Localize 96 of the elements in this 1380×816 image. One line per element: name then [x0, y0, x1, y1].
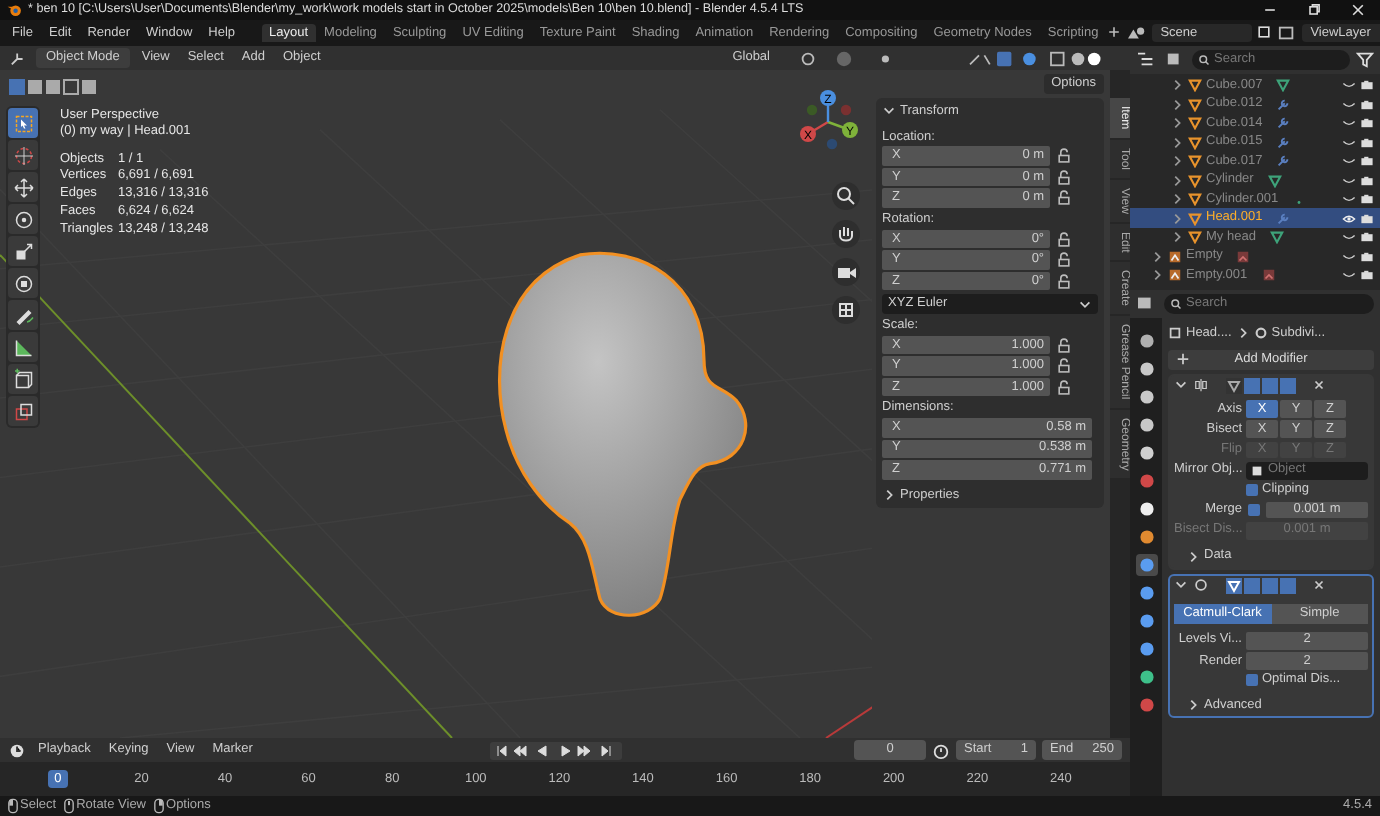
wrench-icon: [1276, 211, 1291, 226]
mouse-left-button-icon: [8, 798, 18, 814]
lock-icon[interactable]: [1056, 146, 1073, 166]
properties-tab-icon[interactable]: [1135, 329, 1157, 352]
lock-icon[interactable]: [1056, 250, 1073, 270]
merge-checkbox[interactable]: [1248, 503, 1260, 516]
hand-icon[interactable]: [832, 220, 860, 248]
grid-icon[interactable]: [832, 296, 860, 324]
triangle-icon: [1267, 173, 1282, 188]
camera-icon[interactable]: [1360, 268, 1374, 283]
properties-tab-icon[interactable]: [1135, 637, 1157, 660]
chevron-icon: [1235, 326, 1250, 341]
triangle-icon: [1269, 230, 1284, 245]
cube-extra-tool-button[interactable]: [8, 396, 38, 426]
properties-tab-icon[interactable]: [1135, 665, 1157, 688]
display-mode-icon[interactable]: [1136, 50, 1158, 69]
rotate-tool-button[interactable]: [8, 204, 38, 234]
close-icon[interactable]: [1350, 2, 1366, 18]
camera-icon[interactable]: [1360, 230, 1374, 245]
wrench-icon: [1276, 154, 1291, 169]
lock-icon[interactable]: [1056, 188, 1073, 208]
properties-tab-icon[interactable]: [1135, 441, 1157, 464]
view-layer-icon[interactable]: [1276, 23, 1299, 42]
select-mode-icons[interactable]: [8, 78, 100, 96]
add-icon: [1176, 351, 1190, 366]
camera-icon[interactable]: [1360, 135, 1374, 150]
camera-icon[interactable]: [1360, 211, 1374, 226]
mouse-middle-button-icon: [64, 798, 75, 814]
rotate-icon: [11, 207, 35, 231]
camera-icon[interactable]: [1360, 78, 1374, 93]
stopwatch-icon[interactable]: [932, 741, 950, 759]
properties-tab-icon[interactable]: [1135, 553, 1157, 576]
add-cube-tool-button[interactable]: [8, 364, 38, 394]
wrench-icon: [1276, 97, 1291, 112]
properties-tab-icon[interactable]: [1135, 413, 1157, 436]
caret-icon: [1078, 297, 1092, 312]
search-icon: [1170, 297, 1182, 310]
lock-icon[interactable]: [1056, 356, 1073, 376]
cursor-icon: [11, 143, 35, 167]
properties-tab-icon[interactable]: [1135, 357, 1157, 380]
image-icon: [1261, 268, 1276, 283]
image-icon: [1236, 249, 1251, 264]
properties-tab-icon[interactable]: [1135, 497, 1157, 520]
move-icon: [11, 175, 35, 199]
lock-icon[interactable]: [1056, 229, 1073, 249]
camera-icon[interactable]: [1360, 249, 1374, 264]
measure-tool-button[interactable]: [8, 332, 38, 362]
lock-icon[interactable]: [1056, 377, 1073, 397]
transform-tool-button[interactable]: [8, 268, 38, 298]
scale-icon: [11, 239, 35, 263]
select-icon: [11, 111, 35, 135]
select-tool-button[interactable]: [8, 108, 38, 138]
wrench-icon: [1276, 135, 1291, 150]
properties-tab-icon[interactable]: [1135, 525, 1157, 548]
camera-icon[interactable]: [832, 258, 860, 286]
zoom-icon[interactable]: [832, 182, 860, 210]
copy-icon[interactable]: [1256, 24, 1273, 41]
x-axis-line: [825, 701, 873, 738]
playback-controls-icon[interactable]: [490, 741, 623, 759]
add-icon[interactable]: [1106, 24, 1123, 41]
app-logo-icon: [6, 2, 22, 18]
lock-icon[interactable]: [1056, 335, 1073, 355]
camera-icon[interactable]: [1360, 173, 1374, 188]
camera-icon[interactable]: [1360, 97, 1374, 112]
transform-icon: [11, 271, 35, 295]
triangle-icon: [1276, 78, 1291, 93]
mirror-icon: [1194, 378, 1208, 393]
search-icon: [1198, 53, 1210, 66]
clock-icon[interactable]: [8, 741, 26, 759]
axes-icon: [1168, 268, 1182, 283]
close-icon[interactable]: [1312, 378, 1326, 393]
camera-icon[interactable]: [1360, 192, 1374, 207]
camera-icon[interactable]: [1360, 154, 1374, 169]
properties-tab-icon[interactable]: [1135, 581, 1157, 604]
measure-icon: [11, 335, 35, 359]
scene-icon[interactable]: [1126, 23, 1149, 42]
move-tool-button[interactable]: [8, 172, 38, 202]
add-cube-icon: [11, 367, 35, 391]
object-icon: [1168, 326, 1182, 341]
camera-icon[interactable]: [1360, 116, 1374, 131]
object-icon: [1250, 463, 1264, 478]
restore-icon[interactable]: [1306, 2, 1322, 18]
properties-tab-icon[interactable]: [1135, 385, 1157, 408]
lock-icon[interactable]: [1056, 271, 1073, 291]
axes-icon: [1168, 249, 1182, 264]
cube-extra-icon: [11, 399, 35, 423]
scale-tool-button[interactable]: [8, 236, 38, 266]
wrench-icon: [1276, 116, 1291, 131]
filter-icon[interactable]: [1356, 50, 1374, 69]
lock-icon[interactable]: [1056, 167, 1073, 187]
properties-tab-icon[interactable]: [1135, 609, 1157, 632]
circle-icon: [1194, 578, 1208, 593]
close-icon[interactable]: [1312, 578, 1326, 593]
mouse-right-button-icon: [154, 798, 165, 814]
annotate-tool-button[interactable]: [8, 300, 38, 330]
eye-icon[interactable]: [1342, 211, 1356, 226]
